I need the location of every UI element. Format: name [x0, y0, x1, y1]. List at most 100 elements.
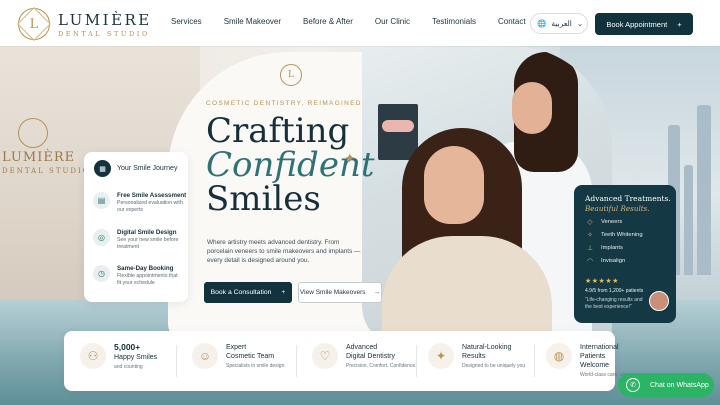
- book-consultation-button[interactable]: Book a Consultation +: [204, 282, 292, 303]
- tooth-icon: ♡: [312, 343, 338, 369]
- treatment-label: Teeth Whitening: [601, 232, 643, 238]
- stat-item: ♡ Advanced Digital Dentistry Precision. C…: [312, 343, 417, 369]
- advanced-title: Advanced Treatments.: [585, 194, 671, 203]
- stat-value: Natural-Looking: [462, 344, 512, 351]
- divider: [176, 345, 177, 377]
- skyline-tower: [697, 105, 711, 275]
- step-title: Free Smile Assessment: [117, 192, 187, 199]
- site-logo[interactable]: L LUMIÈRE DENTAL STUDIO: [18, 8, 152, 40]
- treatment-label: Veneers: [601, 219, 623, 225]
- stat-value: 5,000+: [114, 342, 141, 352]
- stat-item: ✦ Natural-Looking Results Designed to be …: [428, 343, 525, 369]
- stat-value: Expert: [226, 344, 247, 351]
- nav-testimonials[interactable]: Testimonials: [432, 17, 476, 26]
- view-smile-makeovers-button[interactable]: View Smile Makeovers →: [298, 282, 382, 303]
- dentist-icon: ☺: [192, 343, 218, 369]
- nav-before-after[interactable]: Before & After: [303, 17, 353, 26]
- nav-smile-makeover[interactable]: Smile Makeover: [224, 17, 281, 26]
- treatment-item[interactable]: ⊥ Implants: [586, 244, 623, 252]
- chevron-down-icon: ⌄: [576, 19, 584, 28]
- journey-title: Your Smile Journey: [117, 165, 178, 172]
- stat-desc: Specialists in smile design: [226, 363, 285, 369]
- people-icon: ⚇: [80, 343, 106, 369]
- divider: [296, 345, 297, 377]
- whatsapp-chat-button[interactable]: ✆ Chat on WhatsApp: [618, 373, 714, 397]
- hero-description: Where artistry meets advanced dentistry.…: [207, 239, 361, 264]
- globe-icon: 🌐: [537, 19, 547, 28]
- book-appointment-button[interactable]: Book Appointment +: [595, 13, 693, 35]
- treatment-item[interactable]: ✧ Teeth Whitening: [586, 231, 643, 239]
- journey-step[interactable]: ▤ Free Smile Assessment Personalized eva…: [93, 192, 186, 213]
- brand-subtitle: DENTAL STUDIO: [58, 29, 150, 38]
- patient-face: [424, 146, 484, 224]
- hero-eyebrow: COSMETIC DENTISTRY, REIMAGINED: [206, 100, 362, 107]
- aligner-icon: ◠: [586, 258, 594, 265]
- stat-value: International: [580, 344, 619, 351]
- scan-icon: ◎: [93, 229, 110, 246]
- view-smile-makeovers-label: View Smile Makeovers: [299, 289, 366, 296]
- step-desc: Flexible appointments that fit your sche…: [117, 273, 178, 286]
- arrow-right-icon: →: [373, 289, 381, 296]
- stat-label: Patients Welcome: [580, 353, 610, 369]
- stat-item: ◍ International Patients Welcome World-cl…: [546, 343, 635, 378]
- clock-icon: ◷: [93, 265, 110, 282]
- journey-step[interactable]: ◎ Digital Smile Design See your new smil…: [93, 229, 183, 250]
- stat-desc: and counting: [114, 364, 143, 370]
- main-nav: Services Smile Makeover Before & After O…: [171, 17, 548, 26]
- journey-step[interactable]: ◷ Same-Day Booking Flexible appointments…: [93, 265, 183, 286]
- brand-name: LUMIÈRE: [58, 10, 152, 29]
- plus-icon: +: [281, 289, 286, 296]
- language-label: العربية: [551, 19, 572, 28]
- calendar-icon: ▦: [94, 160, 111, 177]
- implant-icon: ⊥: [586, 245, 594, 252]
- stats-bar: ⚇ 5,000+ Happy Smiles and counting ☺ Expe…: [64, 331, 635, 391]
- stat-item: ⚇ 5,000+ Happy Smiles and counting: [80, 343, 157, 370]
- language-selector[interactable]: 🌐 العربية ⌄: [530, 13, 588, 34]
- stat-label: Results: [462, 353, 486, 360]
- divider: [416, 345, 417, 377]
- stat-item: ☺ Expert Cosmetic Team Specialists in smi…: [192, 343, 284, 369]
- hero-title-line1: Crafting: [206, 111, 350, 151]
- advanced-treatments-card: Advanced Treatments. Beautiful Results. …: [574, 185, 676, 323]
- treatment-item[interactable]: ◇ Veneers: [586, 218, 622, 226]
- book-appointment-label: Book Appointment: [606, 19, 668, 29]
- sparkle-icon: ✧: [587, 232, 593, 239]
- step-desc: See your new smile before treatment: [117, 237, 179, 250]
- treatment-label: Implants: [601, 245, 623, 251]
- step-title: Digital Smile Design: [117, 229, 177, 236]
- stat-label: Happy Smiles: [114, 354, 158, 361]
- treatment-item[interactable]: ◠ Invisalign: [586, 257, 625, 265]
- stat-desc: Designed to be uniquely you: [462, 363, 526, 369]
- clipboard-icon: ▤: [93, 192, 110, 209]
- step-title: Same-Day Booking: [117, 265, 174, 272]
- wall-brand-text: LUMIÈRE DENTAL STUDIO: [2, 150, 91, 175]
- whatsapp-icon: ✆: [626, 378, 640, 392]
- sparkle-icon: ✦: [344, 150, 356, 166]
- stat-label: Cosmetic Team: [226, 353, 275, 360]
- book-consultation-label: Book a Consultation: [210, 289, 272, 296]
- nav-contact[interactable]: Contact: [498, 17, 526, 26]
- advanced-subtitle: Beautiful Results.: [585, 204, 650, 213]
- crest-icon: L: [280, 64, 302, 86]
- logo-emblem-icon: L: [18, 8, 50, 40]
- stat-value: Advanced: [346, 344, 378, 351]
- stat-label: Digital Dentistry: [346, 353, 396, 360]
- smile-display-screen: [378, 104, 418, 160]
- nav-our-clinic[interactable]: Our Clinic: [375, 17, 410, 26]
- whatsapp-label: Chat on WhatsApp: [650, 381, 709, 389]
- hero-title-line3: Smiles: [206, 179, 321, 219]
- wall-logo-emblem: [18, 118, 48, 148]
- diamond-icon: ◇: [587, 219, 593, 226]
- nav-services[interactable]: Services: [171, 17, 202, 26]
- patient-sweater: [382, 236, 552, 346]
- step-desc: Personalized evaluation with our experts: [117, 200, 183, 213]
- dentist-face: [512, 82, 552, 134]
- site-header: L LUMIÈRE DENTAL STUDIO Services Smile M…: [0, 0, 720, 46]
- stat-desc: Precision. Comfort. Confidence.: [346, 363, 417, 369]
- avatar: [649, 291, 669, 311]
- treatment-label: Invisalign: [601, 258, 626, 264]
- rating-stars: ★★★★★: [585, 278, 619, 285]
- globe-icon: ◍: [546, 343, 572, 369]
- smile-journey-card: ▦ Your Smile Journey ▤ Free Smile Assess…: [84, 152, 188, 302]
- plus-icon: +: [677, 19, 682, 29]
